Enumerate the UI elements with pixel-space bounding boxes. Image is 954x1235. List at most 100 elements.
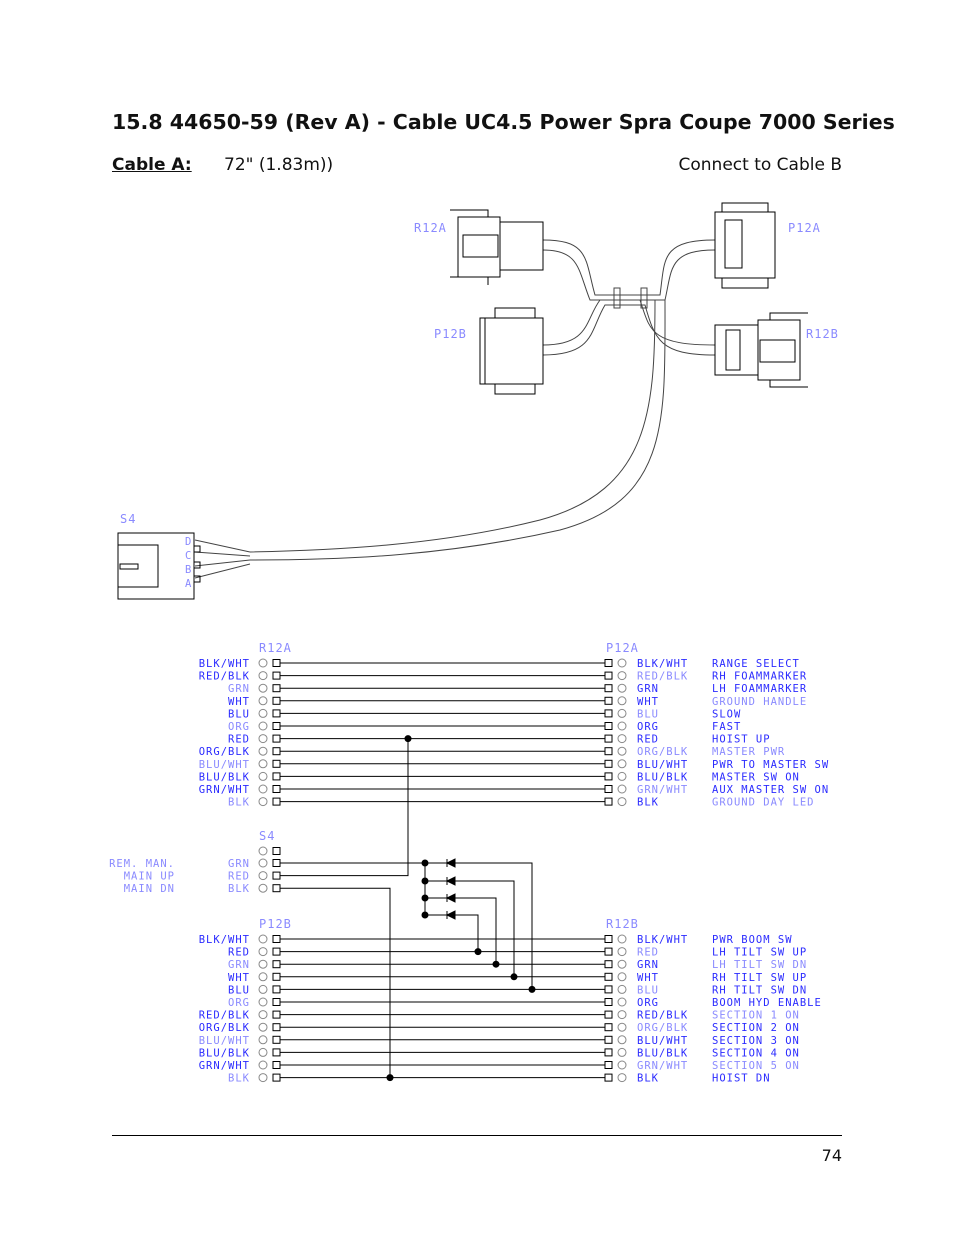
r12b-function: RH TILT SW DN (712, 984, 807, 996)
pin-square (604, 709, 613, 718)
label-p12a: P12A (788, 221, 821, 235)
p12b-wire-color: RED (228, 947, 250, 959)
r12a-wire-color: ORG (228, 721, 250, 733)
r12b-function: BOOM HYD ENABLE (712, 997, 822, 1009)
p12a-wire-color: ORG (637, 721, 659, 733)
r12a-wire-color: BLK (228, 797, 250, 809)
diode-icon (445, 876, 456, 886)
pin-square (272, 847, 281, 855)
pin-square (272, 722, 281, 730)
junction-dot (474, 948, 482, 956)
connector-p12a (714, 202, 776, 289)
pin-square (272, 1010, 281, 1019)
p12b-wire-color: BLU (228, 984, 250, 996)
wire (455, 880, 515, 977)
r12b-function: SECTION 1 ON (712, 1010, 800, 1022)
pin-square (272, 935, 281, 943)
r12b-function: SECTION 3 ON (712, 1035, 800, 1047)
pin-circle (258, 797, 268, 807)
r12b-function: PWR BOOM SW (712, 934, 793, 946)
pin-circle (617, 671, 627, 681)
cable-bundle (194, 239, 716, 579)
s4-function: REM. MAN. (109, 858, 175, 870)
pin-square (272, 1061, 281, 1069)
p12b-wire-color: GRN/WHT (199, 1060, 250, 1072)
pin-circle (617, 696, 627, 706)
page-number: 74 (821, 1146, 842, 1165)
pin-square (604, 1035, 613, 1044)
wire (455, 914, 479, 952)
wire-red-bus (280, 738, 409, 877)
pin-square (604, 684, 613, 693)
s4-wire-color: RED (228, 871, 250, 883)
pin-circle (617, 658, 627, 668)
pin-circle (258, 696, 268, 706)
pin-square (604, 759, 613, 768)
pin-square (272, 1023, 281, 1032)
pin-square (604, 1061, 613, 1069)
p12a-function: MASTER SW ON (712, 771, 800, 783)
pin-circle (258, 883, 268, 893)
pin-circle (258, 708, 268, 718)
s4-wire-color: BLK (228, 883, 250, 895)
pin-square (604, 785, 613, 793)
p12a-wire-color: RED (637, 734, 659, 746)
pin-circle (617, 1010, 627, 1020)
schematic-label-s4: S4 (259, 829, 275, 843)
r12a-wire-color: WHT (228, 696, 250, 708)
schematic-label-r12b: R12B (606, 917, 639, 931)
diode-icon (445, 893, 456, 903)
pin-circle (258, 934, 268, 944)
p12a-wire-color: WHT (637, 696, 659, 708)
r12b-wire-color: BLK (637, 1073, 659, 1085)
p12b-wire-color: RED/BLK (199, 1010, 250, 1022)
pin-circle (258, 1022, 268, 1032)
s4-pin-label: C (185, 550, 192, 562)
pin-circle (258, 671, 268, 681)
pin-square (272, 972, 281, 981)
pin-circle (617, 984, 627, 994)
schematic-label-r12a: R12A (259, 641, 292, 655)
pin-square (604, 772, 613, 781)
junction-dot (510, 973, 518, 981)
pin-square (272, 684, 281, 693)
pin-circle (258, 947, 268, 957)
pin-square (272, 797, 281, 806)
r12b-wire-color: BLU/WHT (637, 1035, 688, 1047)
pin-square (272, 1048, 281, 1057)
pin-square (272, 759, 281, 768)
pin-circle (258, 972, 268, 982)
pin-circle (258, 746, 268, 756)
r12b-wire-color: GRN/WHT (637, 1060, 688, 1072)
schematic-label-p12b: P12B (259, 917, 292, 931)
pin-square (272, 772, 281, 781)
r12b-wire-color: BLU/BLK (637, 1047, 688, 1059)
wire-blk-bus (280, 887, 391, 1078)
pin-circle (258, 1060, 268, 1070)
cable-drawing: R12A P12AP12B R12BS4DCBA R12A P12AS4P12B R12… (109, 202, 838, 1085)
pin-circle (258, 721, 268, 731)
p12a-function: FAST (712, 721, 741, 733)
pin-circle (258, 759, 268, 769)
pin-square (604, 1023, 613, 1032)
connector-p12b (479, 307, 544, 395)
label-r12a: R12A (414, 221, 447, 235)
pin-square (604, 722, 613, 730)
s4-pin-label: B (185, 564, 192, 576)
pin-square (604, 1048, 613, 1057)
pin-square (604, 972, 613, 981)
p12a-wire-color: RED/BLK (637, 671, 688, 683)
r12b-function: SECTION 2 ON (712, 1022, 800, 1034)
pin-square (272, 947, 281, 956)
p12a-function: MASTER PWR (712, 746, 785, 758)
pin-circle (258, 1047, 268, 1057)
pin-circle (617, 959, 627, 969)
pin-circle (258, 1035, 268, 1045)
r12a-wire-color: BLU/WHT (199, 759, 250, 771)
r12b-function: SECTION 5 ON (712, 1060, 800, 1072)
r12a-wire-color: RED (228, 734, 250, 746)
pin-circle (617, 1047, 627, 1057)
pin-square (272, 1035, 281, 1044)
pin-square (272, 884, 281, 893)
r12b-wire-color: BLU (637, 984, 659, 996)
